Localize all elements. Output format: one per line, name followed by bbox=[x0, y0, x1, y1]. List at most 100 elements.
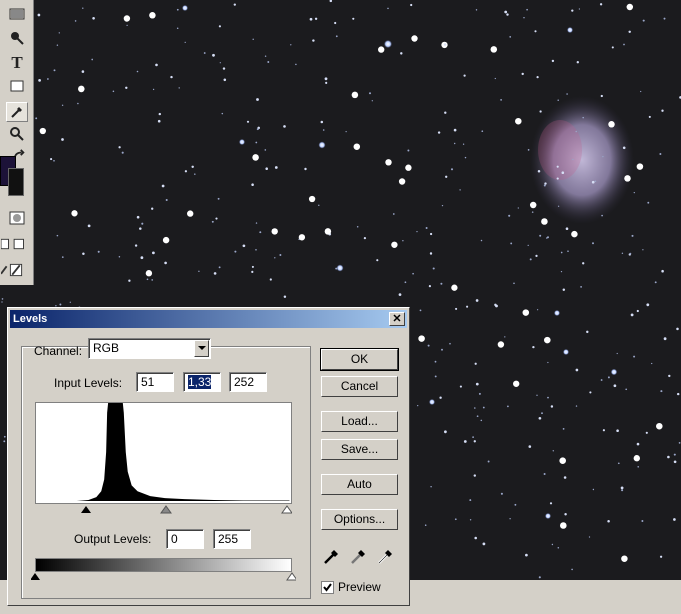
white-eyedropper-icon[interactable] bbox=[376, 546, 396, 566]
auto-button[interactable]: Auto bbox=[321, 474, 398, 495]
cancel-button[interactable]: Cancel bbox=[321, 376, 398, 397]
star bbox=[582, 116, 584, 119]
close-icon: ✕ bbox=[392, 313, 402, 325]
star bbox=[575, 130, 577, 133]
star bbox=[481, 130, 484, 133]
load-button[interactable]: Load... bbox=[321, 411, 398, 432]
star bbox=[283, 295, 287, 298]
star bbox=[462, 143, 465, 145]
input-slider-track[interactable] bbox=[35, 505, 292, 515]
star bbox=[661, 109, 664, 112]
star bbox=[527, 244, 529, 247]
star bbox=[233, 3, 236, 6]
star bbox=[571, 568, 573, 571]
output-slider-track[interactable] bbox=[31, 572, 296, 582]
star bbox=[576, 61, 579, 64]
bright-star bbox=[318, 141, 326, 149]
star bbox=[543, 184, 546, 187]
options-button[interactable]: Options... bbox=[321, 509, 398, 530]
input-white-field[interactable]: 252 bbox=[229, 372, 267, 392]
eyedropper-tool-icon[interactable] bbox=[6, 102, 28, 122]
star bbox=[158, 112, 161, 116]
star bbox=[517, 207, 519, 209]
star bbox=[557, 547, 560, 549]
star bbox=[157, 119, 161, 123]
star bbox=[325, 81, 328, 84]
star bbox=[600, 379, 603, 381]
star bbox=[454, 142, 456, 145]
star bbox=[514, 503, 517, 506]
star bbox=[480, 239, 483, 242]
star bbox=[673, 453, 676, 456]
star bbox=[637, 466, 639, 468]
gradient-tool-icon[interactable] bbox=[6, 4, 28, 24]
star bbox=[490, 46, 498, 53]
star bbox=[434, 360, 437, 363]
black-eyedropper-icon[interactable] bbox=[322, 546, 342, 566]
star bbox=[398, 178, 406, 185]
channel-dropdown[interactable]: RGB bbox=[88, 338, 211, 359]
burn-tool-icon[interactable] bbox=[6, 28, 28, 48]
star bbox=[472, 436, 474, 438]
star bbox=[551, 59, 555, 63]
star bbox=[557, 205, 560, 207]
save-button[interactable]: Save... bbox=[321, 439, 398, 460]
star bbox=[469, 499, 472, 502]
chevron-down-icon[interactable] bbox=[194, 340, 209, 357]
star bbox=[561, 171, 565, 174]
background-color-swatch[interactable] bbox=[8, 168, 24, 196]
close-button[interactable]: ✕ bbox=[389, 312, 405, 326]
star bbox=[279, 254, 282, 256]
quick-mask-icon[interactable] bbox=[6, 208, 28, 228]
star bbox=[56, 44, 59, 46]
input-black-field[interactable]: 51 bbox=[136, 372, 174, 392]
star bbox=[176, 27, 179, 30]
star bbox=[194, 173, 196, 175]
star bbox=[474, 362, 477, 365]
star bbox=[271, 228, 278, 235]
shape-tool-icon[interactable] bbox=[6, 76, 28, 96]
star bbox=[628, 30, 631, 34]
star bbox=[600, 94, 603, 98]
bright-star bbox=[545, 513, 551, 519]
star bbox=[449, 342, 451, 345]
star bbox=[3, 435, 6, 438]
star bbox=[659, 153, 662, 155]
star bbox=[427, 344, 430, 347]
screen-mode-icon[interactable] bbox=[0, 234, 32, 254]
gray-eyedropper-icon[interactable] bbox=[349, 546, 369, 566]
star bbox=[264, 55, 267, 57]
dialog-title-bar[interactable]: Levels ✕ bbox=[10, 310, 407, 328]
star bbox=[552, 450, 554, 452]
output-white-field[interactable]: 255 bbox=[213, 529, 251, 549]
star bbox=[544, 336, 551, 344]
star bbox=[508, 214, 511, 217]
star bbox=[203, 52, 206, 54]
star bbox=[534, 30, 537, 33]
star bbox=[215, 217, 218, 220]
input-gamma-field[interactable]: 1,33 bbox=[183, 372, 221, 392]
star bbox=[571, 230, 578, 238]
toolbox: T bbox=[0, 0, 34, 285]
star bbox=[97, 250, 100, 253]
star bbox=[642, 19, 645, 22]
star bbox=[242, 244, 246, 248]
star bbox=[392, 213, 395, 215]
star bbox=[269, 278, 272, 281]
star bbox=[633, 355, 636, 358]
output-black-field[interactable]: 0 bbox=[166, 529, 204, 549]
ok-button[interactable]: OK bbox=[320, 348, 399, 371]
zoom-tool-icon[interactable] bbox=[6, 124, 28, 144]
star bbox=[61, 256, 64, 258]
star bbox=[567, 250, 569, 252]
type-tool-icon[interactable]: T bbox=[6, 53, 28, 73]
jump-to-imageready-icon[interactable] bbox=[0, 260, 32, 280]
star bbox=[463, 74, 466, 77]
preview-checkbox[interactable] bbox=[321, 581, 334, 594]
star bbox=[563, 476, 567, 479]
input-white-slider bbox=[281, 505, 292, 514]
star bbox=[3, 440, 6, 443]
star bbox=[504, 10, 508, 14]
star bbox=[416, 230, 418, 233]
star bbox=[140, 256, 144, 260]
